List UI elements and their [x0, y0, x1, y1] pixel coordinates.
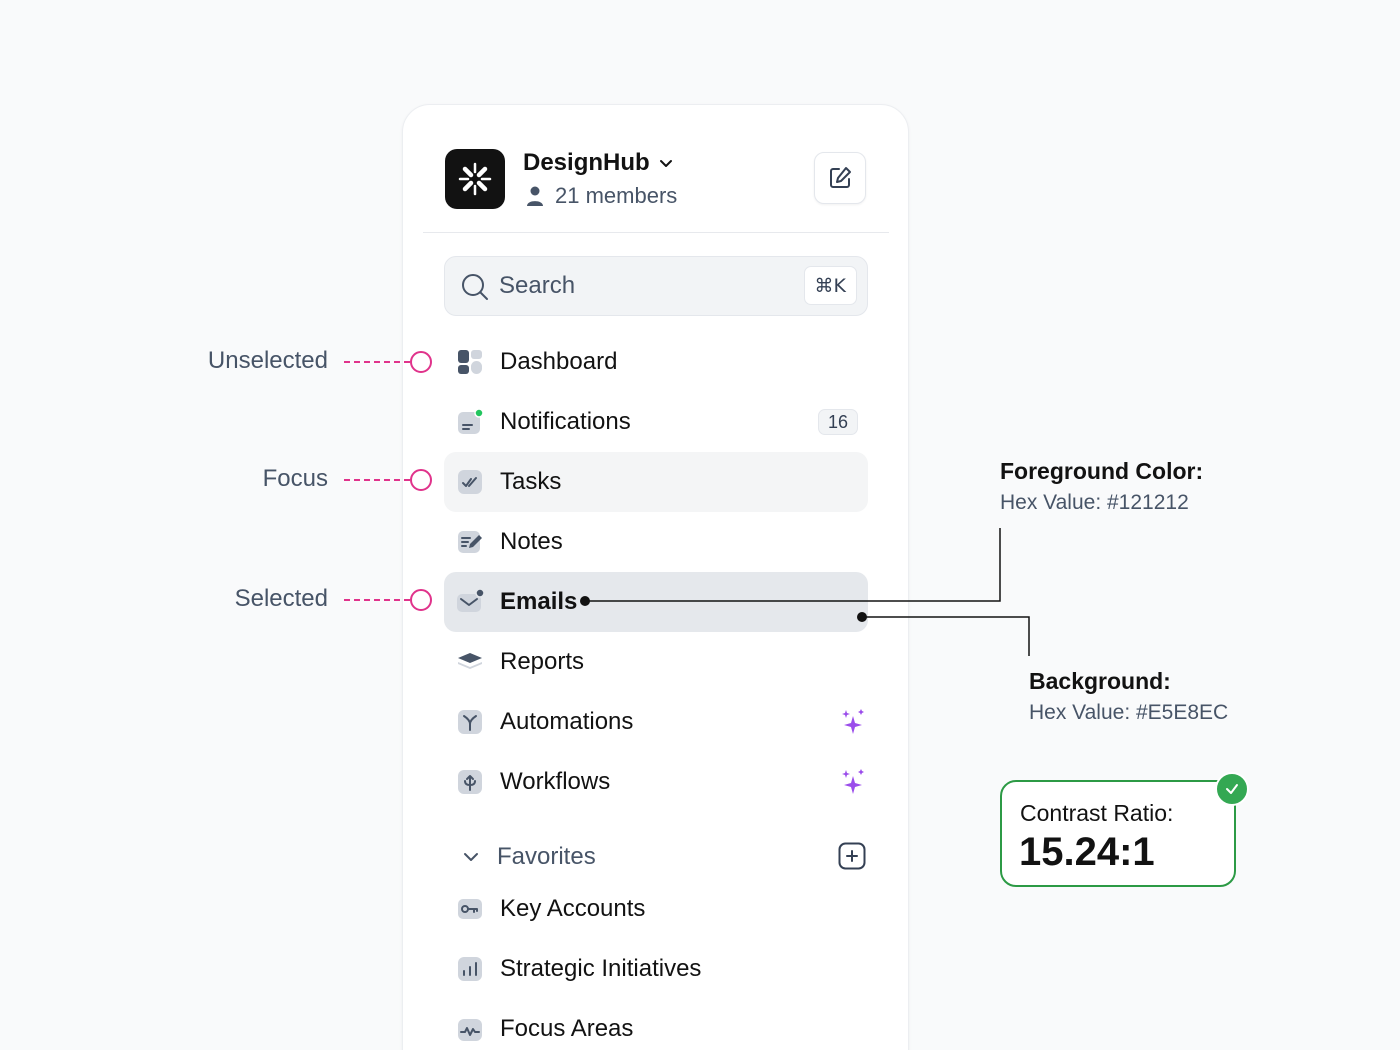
background-hex: Hex Value: #E5E8EC	[1029, 701, 1229, 724]
annotation-leader-lines	[585, 528, 1030, 656]
foreground-hex: Hex Value: #121212	[1000, 491, 1189, 514]
background-pointer	[857, 612, 867, 622]
foreground-pointer	[580, 596, 590, 606]
background-title: Background:	[1029, 668, 1171, 694]
contrast-ratio-label: Contrast Ratio:	[1020, 800, 1174, 826]
contrast-ratio-card: Contrast Ratio: 15.24:1	[1000, 780, 1236, 887]
contrast-ratio-value: 15.24:1	[1019, 830, 1155, 874]
foreground-title: Foreground Color:	[1000, 458, 1204, 484]
check-icon	[1215, 772, 1249, 806]
